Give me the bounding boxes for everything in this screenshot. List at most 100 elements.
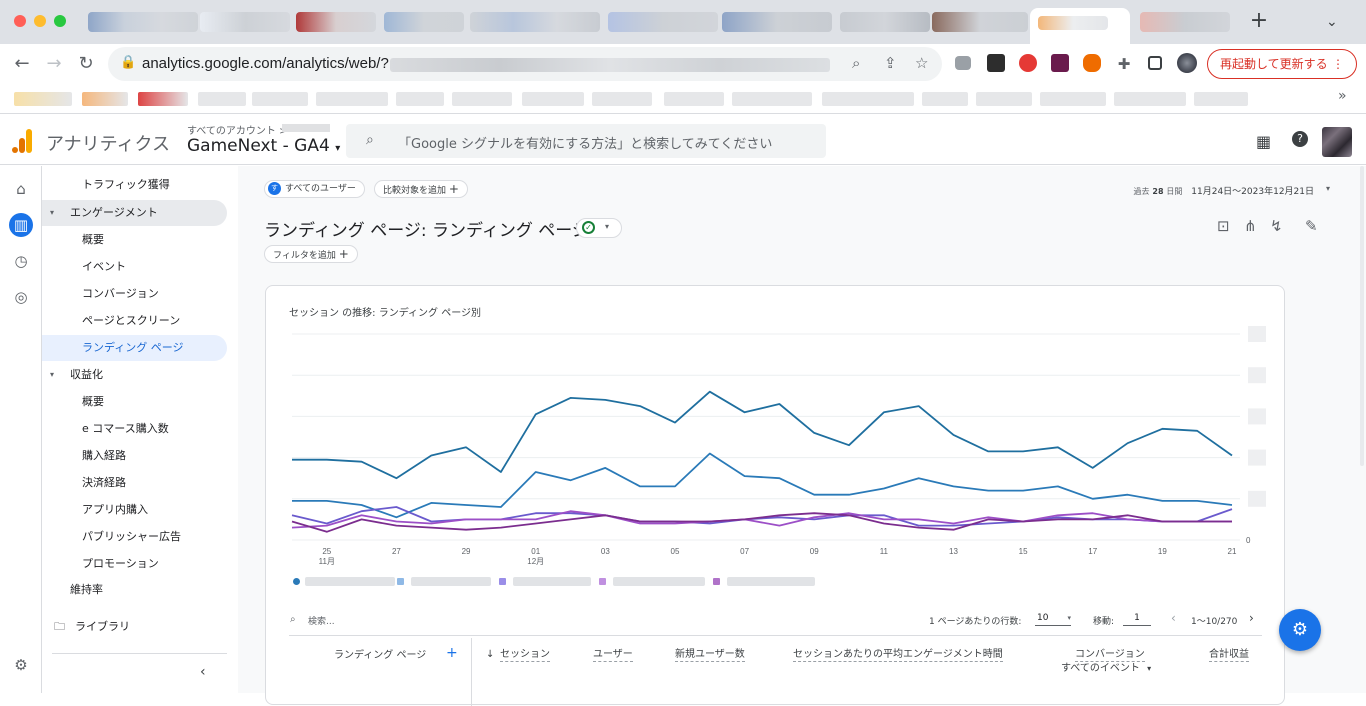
nav-item-checkout-journey[interactable]: 決済経路 xyxy=(82,470,126,496)
customize-report-icon[interactable]: ⊡ xyxy=(1217,217,1230,235)
table-search-input[interactable]: 検索... xyxy=(308,614,335,627)
column-header-revenue[interactable]: 合計収益 xyxy=(1209,648,1249,662)
bookmark-item[interactable] xyxy=(922,92,968,106)
edit-pencil-icon[interactable]: ✎ xyxy=(1305,217,1318,235)
rows-per-page-select[interactable]: 10 ▾ xyxy=(1035,610,1071,626)
nav-item-publisher-ads[interactable]: パブリッシャー広告 xyxy=(82,524,181,550)
nav-section-monetization[interactable]: ▾ 収益化 xyxy=(50,362,103,388)
nav-item-promotions[interactable]: プロモーション xyxy=(82,551,159,577)
bookmark-item[interactable] xyxy=(522,92,584,106)
report-status-chip[interactable]: ✓ ▾ xyxy=(576,218,622,238)
share-icon[interactable]: ⋔ xyxy=(1244,217,1257,235)
browser-tab[interactable] xyxy=(296,12,376,32)
bookmark-star-icon[interactable]: ☆ xyxy=(915,54,928,72)
browser-tab[interactable] xyxy=(932,12,1028,32)
restart-update-button[interactable]: 再起動して更新する ⋮ xyxy=(1207,49,1357,79)
browser-tab[interactable] xyxy=(1140,12,1230,32)
tab-search-button[interactable]: ⌄ xyxy=(1326,14,1338,30)
apps-grid-icon[interactable]: ▦ xyxy=(1256,132,1271,151)
browser-tab[interactable] xyxy=(1038,16,1108,30)
browser-tab[interactable] xyxy=(88,12,198,32)
forward-icon[interactable]: → xyxy=(42,52,66,76)
profile-avatar[interactable] xyxy=(1177,53,1197,73)
side-panel-icon[interactable] xyxy=(1148,56,1162,70)
insights-fab-button[interactable]: ⚙ xyxy=(1279,609,1321,651)
reports-icon[interactable]: ▥ xyxy=(9,213,33,237)
add-comparison-button[interactable]: 比較対象を追加 + xyxy=(374,180,468,198)
caret-down-icon[interactable]: ▾ xyxy=(1326,184,1330,193)
nav-section-engagement[interactable]: ▾ エンゲージメント xyxy=(50,200,158,226)
column-header-avg-engagement[interactable]: セッションあたりの平均エンゲージメント時間 xyxy=(793,648,1003,662)
legend-label-redacted[interactable] xyxy=(305,577,395,586)
legend-label-redacted[interactable] xyxy=(513,577,591,586)
bookmark-item[interactable] xyxy=(1040,92,1106,106)
sort-arrow-icon[interactable]: ↓ xyxy=(486,648,494,661)
nav-section-retention[interactable]: 維持率 xyxy=(70,577,103,603)
minimize-window-button[interactable] xyxy=(34,15,46,27)
chevron-right-icon[interactable]: › xyxy=(1249,611,1254,625)
advertising-icon[interactable]: ◎ xyxy=(9,285,33,309)
browser-tab[interactable] xyxy=(608,12,718,32)
property-selector[interactable]: GameNext - GA4 ▾ xyxy=(187,136,340,156)
chevron-left-icon[interactable]: ‹ xyxy=(1171,611,1176,625)
back-icon[interactable]: ← xyxy=(10,52,34,76)
extensions-puzzle-icon[interactable]: ✚ xyxy=(1112,52,1136,76)
bookmark-item[interactable] xyxy=(316,92,388,106)
browser-tab[interactable] xyxy=(840,12,930,32)
nav-item-traffic-acquisition[interactable]: トラフィック獲得 xyxy=(82,172,170,198)
column-header-users[interactable]: ユーザー xyxy=(593,648,633,662)
explore-icon[interactable]: ◷ xyxy=(9,249,33,273)
more-vert-icon[interactable]: ⋮ xyxy=(1332,50,1344,78)
nav-item-purchase-journey[interactable]: 購入経路 xyxy=(82,443,126,469)
lock-icon[interactable]: 🔒 xyxy=(120,55,136,70)
camera-extension-icon[interactable] xyxy=(955,56,971,70)
abp-extension-icon[interactable] xyxy=(1019,54,1037,72)
conversion-event-select[interactable]: すべてのイベント ▾ xyxy=(1061,662,1151,675)
settings-gear-icon[interactable]: ⚙ xyxy=(9,653,33,677)
bookmark-item[interactable] xyxy=(14,92,72,106)
date-range-picker[interactable]: 過去 28 日間 11月24日～2023年12月21日 xyxy=(1134,184,1314,197)
browser-tab[interactable] xyxy=(470,12,600,32)
insights-icon[interactable]: ↯ xyxy=(1270,217,1283,235)
bookmarks-overflow-button[interactable]: » xyxy=(1338,88,1347,104)
bookmark-item[interactable] xyxy=(252,92,308,106)
home-icon[interactable]: ⌂ xyxy=(9,177,33,201)
browser-tab[interactable] xyxy=(722,12,832,32)
bookmark-item[interactable] xyxy=(1114,92,1186,106)
column-header-sessions[interactable]: セッション xyxy=(500,648,550,662)
bookmark-item[interactable] xyxy=(396,92,444,106)
collapse-nav-icon[interactable]: ‹ xyxy=(200,664,206,680)
analytics-extension-icon[interactable] xyxy=(1051,54,1069,72)
bookmark-item[interactable] xyxy=(732,92,812,106)
bookmark-item[interactable] xyxy=(1194,92,1248,106)
column-header-new-users[interactable]: 新規ユーザー数 xyxy=(675,648,745,662)
new-tab-button[interactable]: + xyxy=(1248,10,1270,34)
segment-chip[interactable]: すすべてのユーザー xyxy=(264,180,365,198)
analytics-logo-icon[interactable] xyxy=(12,129,34,153)
address-bar[interactable]: 🔒 analytics.google.com/analytics/web/? ⌕… xyxy=(108,47,942,81)
nav-item-ecommerce-purchases[interactable]: e コマース購入数 xyxy=(82,416,169,442)
search-bar[interactable]: ⌕ 「Google シグナルを有効にする方法」と検索してみてください xyxy=(346,124,826,158)
bookmark-item[interactable] xyxy=(82,92,128,106)
bookmark-item[interactable] xyxy=(976,92,1032,106)
bookmark-item[interactable] xyxy=(592,92,652,106)
nav-item-library[interactable]: 🗀 ライブラリ xyxy=(54,614,130,640)
account-avatar[interactable] xyxy=(1322,127,1352,157)
nav-item-landing-page[interactable]: ランディング ページ xyxy=(82,335,184,361)
bookmark-item[interactable] xyxy=(198,92,246,106)
column-header-landing-page[interactable]: ランディング ページ xyxy=(334,649,426,662)
nav-item-conversions[interactable]: コンバージョン xyxy=(82,281,159,307)
browser-tab[interactable] xyxy=(384,12,464,32)
add-filter-button[interactable]: フィルタを追加 + xyxy=(264,245,358,263)
zoom-window-button[interactable] xyxy=(54,15,66,27)
bookmark-item[interactable] xyxy=(822,92,914,106)
nav-item-in-app-purchases[interactable]: アプリ内購入 xyxy=(82,497,148,523)
orange-extension-icon[interactable] xyxy=(1083,54,1101,72)
bookmark-item[interactable] xyxy=(664,92,724,106)
legend-label-redacted[interactable] xyxy=(411,577,491,586)
nav-item-pages-screens[interactable]: ページとスクリーン xyxy=(82,308,180,334)
legend-label-redacted[interactable] xyxy=(613,577,705,586)
m-extension-icon[interactable] xyxy=(987,54,1005,72)
url-text[interactable]: analytics.google.com/analytics/web/? xyxy=(142,55,389,72)
account-breadcrumb[interactable]: すべてのアカウント > xyxy=(187,122,287,137)
